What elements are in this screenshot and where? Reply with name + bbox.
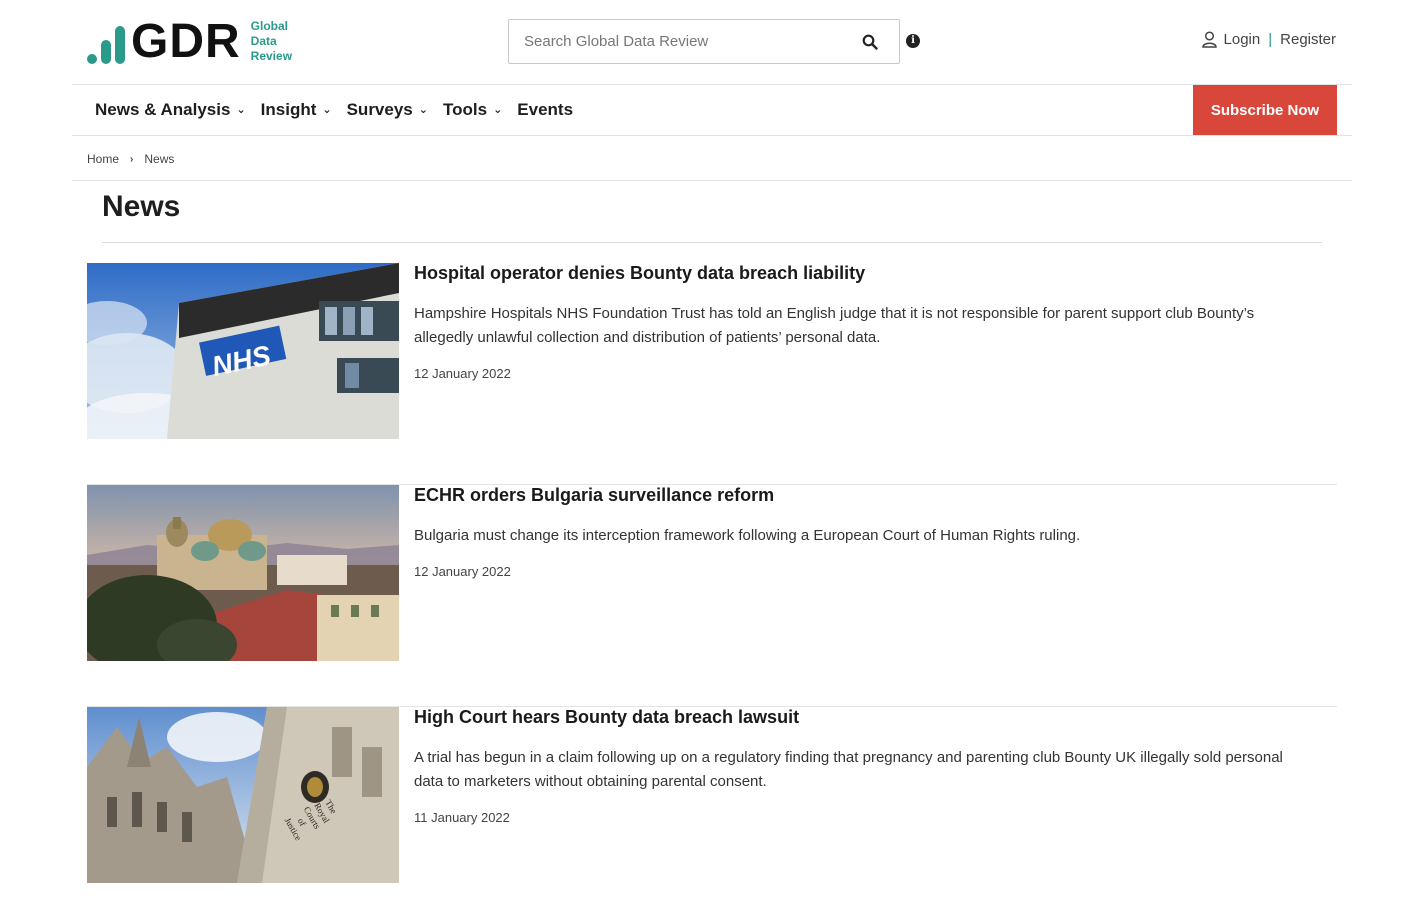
article-headline[interactable]: Hospital operator denies Bounty data bre… — [414, 263, 1314, 283]
logo-text: GDR — [131, 15, 241, 68]
article-date: 11 January 2022 — [414, 810, 510, 825]
search-input[interactable] — [509, 20, 841, 63]
site-logo[interactable]: GDR Global Data Review — [87, 15, 293, 68]
article-thumbnail-sofia[interactable] — [87, 485, 399, 661]
main-nav: News & Analysis ⌄ Insight ⌄ Surveys ⌄ Tools… — [72, 84, 1352, 136]
article-summary: Hampshire Hospitals NHS Foundation Trust… — [414, 305, 1255, 346]
account-separator: | — [1268, 31, 1273, 48]
article-thumbnail-royal-courts[interactable]: The Royal Courts of Justice — [87, 707, 399, 883]
page-title: News — [102, 190, 181, 223]
breadcrumb-bar: Home › News — [72, 136, 1352, 181]
search-box — [508, 19, 900, 64]
logo-bars-icon — [87, 26, 125, 64]
subscribe-button[interactable]: Subscribe Now — [1193, 85, 1337, 135]
search-button[interactable] — [841, 20, 899, 63]
site-header: GDR Global Data Review i Login | Registe… — [72, 0, 1352, 84]
article-headline[interactable]: ECHR orders Bulgaria surveillance reform — [414, 485, 1314, 505]
article-item: The Royal Courts of Justice High Court h… — [87, 707, 1337, 924]
chevron-down-icon: ⌄ — [236, 103, 246, 116]
nav-item-events[interactable]: Events — [517, 100, 573, 120]
article-date: 12 January 2022 — [414, 564, 511, 579]
nav-item-tools[interactable]: Tools ⌄ — [443, 100, 502, 120]
breadcrumb: Home › News — [87, 152, 174, 166]
article-item: ECHR orders Bulgaria surveillance reform… — [87, 485, 1337, 707]
chevron-down-icon: ⌄ — [418, 103, 428, 116]
article-headline[interactable]: High Court hears Bounty data breach laws… — [414, 707, 1314, 727]
breadcrumb-home[interactable]: Home — [87, 152, 119, 166]
info-icon[interactable]: i — [906, 34, 920, 48]
account-links: Login | Register — [1201, 31, 1336, 48]
logo-subtitle: Global Data Review — [250, 19, 293, 63]
user-icon — [1201, 31, 1217, 48]
register-link[interactable]: Register — [1280, 31, 1336, 48]
chevron-down-icon: ⌄ — [493, 103, 503, 116]
article-summary: Bulgaria must change its interception fr… — [414, 527, 1081, 544]
article-item: NHS Hospital operator denies Bounty data… — [87, 263, 1337, 485]
nav-item-surveys[interactable]: Surveys ⌄ — [347, 100, 428, 120]
divider — [102, 242, 1322, 243]
article-thumbnail-nhs[interactable]: NHS — [87, 263, 399, 439]
search-icon — [862, 34, 878, 50]
chevron-down-icon: ⌄ — [322, 103, 332, 116]
breadcrumb-news[interactable]: News — [144, 152, 174, 166]
article-summary: A trial has begun in a claim following u… — [414, 749, 1283, 790]
login-link[interactable]: Login — [1224, 31, 1261, 48]
nav-item-insight[interactable]: Insight ⌄ — [261, 100, 332, 120]
article-date: 12 January 2022 — [414, 366, 511, 381]
chevron-right-icon: › — [130, 153, 134, 165]
nav-item-news-analysis[interactable]: News & Analysis ⌄ — [95, 100, 246, 120]
